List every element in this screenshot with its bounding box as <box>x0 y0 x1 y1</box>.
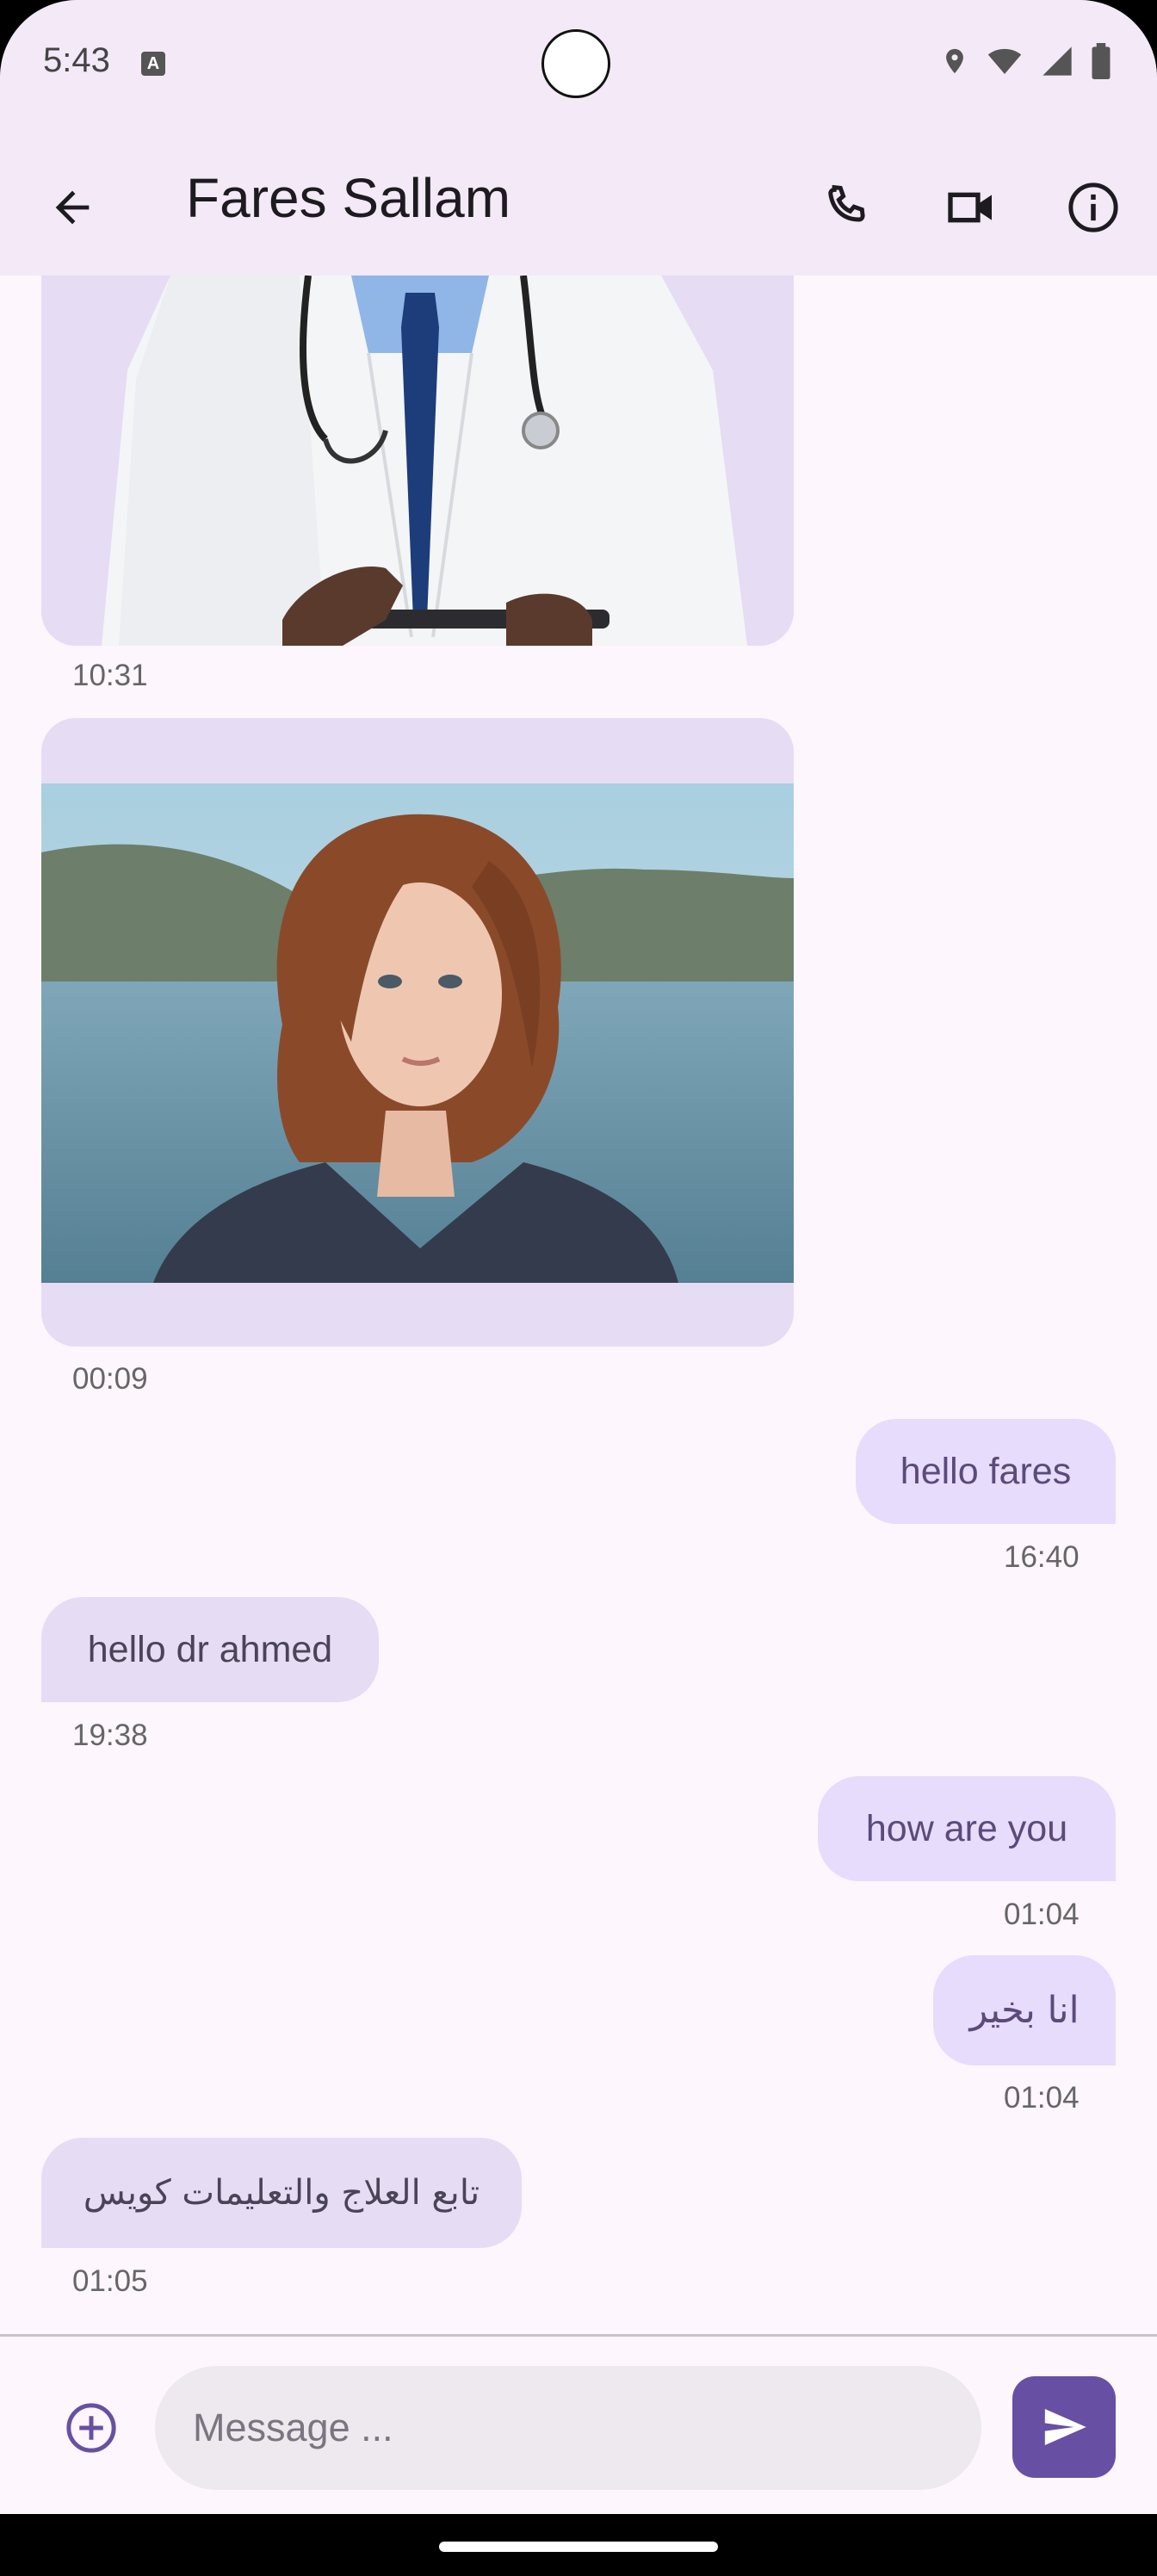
message-time: 01:04 <box>1004 1898 1080 1931</box>
info-icon <box>1068 183 1118 232</box>
battery-icon <box>1092 43 1111 79</box>
app-bar: Fares Sallam <box>0 133 1157 276</box>
message-text: تابع العلاج والتعليمات كويس <box>83 2173 480 2213</box>
message-time: 00:09 <box>72 1362 148 1396</box>
page-title: Fares Sallam <box>186 167 510 229</box>
phone-icon <box>828 184 865 222</box>
message-time: 16:40 <box>1004 1540 1080 1574</box>
send-icon <box>1044 2409 1086 2445</box>
navigation-bar <box>0 2514 1157 2576</box>
add-circle-icon <box>66 2403 116 2453</box>
composer-bar <box>0 2337 1157 2514</box>
video-call-button[interactable] <box>937 173 1005 242</box>
message-text: hello fares <box>900 1450 1072 1492</box>
incoming-message[interactable]: تابع العلاج والتعليمات كويس <box>41 2138 522 2248</box>
woman-portrait-photo <box>41 718 794 1347</box>
image-message[interactable] <box>41 718 794 1347</box>
signal-icon <box>1043 46 1072 76</box>
screen: 5:43 A Fares Sallam 10:31 00:09 hello fa… <box>0 0 1157 2576</box>
call-button[interactable] <box>813 173 882 242</box>
home-handle[interactable] <box>439 2542 718 2552</box>
outgoing-message[interactable]: how are you <box>818 1776 1116 1881</box>
status-time: 5:43 <box>43 41 110 79</box>
status-bar: 5:43 A <box>0 0 1157 133</box>
back-button[interactable] <box>38 173 107 242</box>
message-text: how are you <box>865 1807 1068 1849</box>
send-button[interactable] <box>1012 2376 1116 2478</box>
attach-button[interactable] <box>57 2393 126 2462</box>
message-field[interactable] <box>155 2366 981 2490</box>
incoming-message[interactable]: hello dr ahmed <box>41 1597 379 1702</box>
message-time: 01:05 <box>72 2264 148 2298</box>
message-time: 01:04 <box>1004 2081 1080 2115</box>
wifi-icon <box>987 48 1022 74</box>
location-icon <box>946 48 963 74</box>
image-message[interactable] <box>41 276 794 646</box>
camera-cutout <box>541 29 610 98</box>
message-time: 19:38 <box>72 1718 148 1752</box>
info-button[interactable] <box>1059 173 1128 242</box>
arrow-back-icon <box>55 190 90 225</box>
message-text: انا بخير <box>969 1989 1080 2032</box>
message-input[interactable] <box>155 2366 981 2490</box>
status-icons <box>940 43 1112 79</box>
videocam-icon <box>948 192 992 223</box>
doctor-photo <box>41 276 794 646</box>
outgoing-message[interactable]: انا بخير <box>933 1955 1116 2065</box>
message-list[interactable]: 10:31 00:09 hello fares 16:40 hello dr a… <box>0 276 1157 2335</box>
notification-icon: A <box>141 52 165 76</box>
outgoing-message[interactable]: hello fares <box>856 1419 1116 1524</box>
message-text: hello dr ahmed <box>87 1628 333 1670</box>
message-time: 10:31 <box>72 659 148 692</box>
